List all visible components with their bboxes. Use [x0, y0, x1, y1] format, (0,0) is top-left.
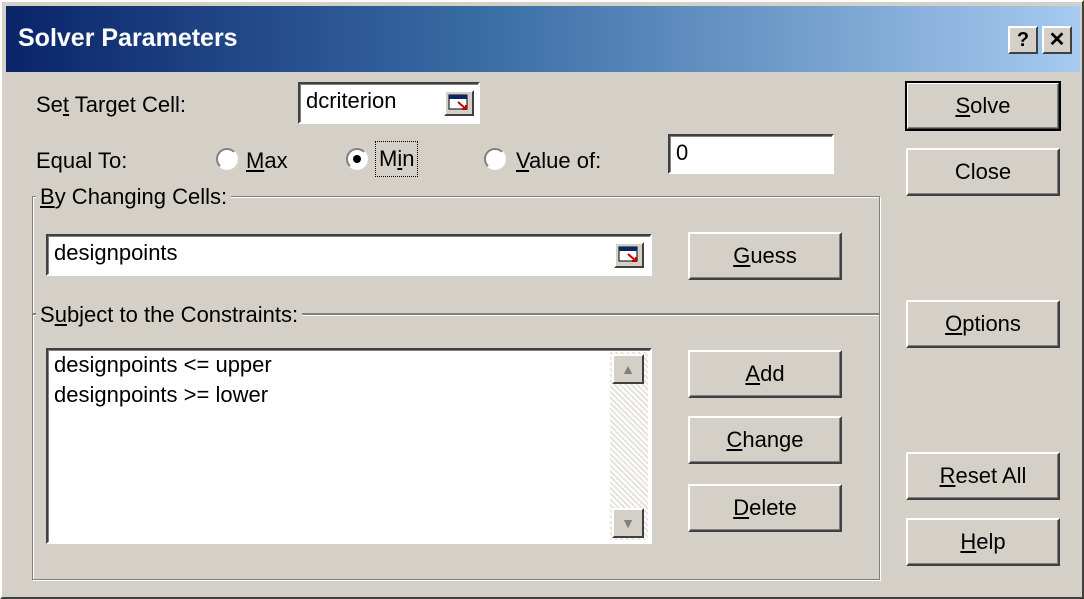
scroll-up-icon[interactable]: ▲: [612, 354, 644, 384]
list-item[interactable]: designpoints >= lower: [48, 380, 650, 410]
options-button[interactable]: Options: [906, 300, 1060, 348]
radio-min-label[interactable]: Min: [374, 141, 419, 177]
reset-all-button[interactable]: Reset All: [906, 452, 1060, 500]
radio-value-of-label[interactable]: Value of:: [516, 148, 601, 174]
title-bar[interactable]: Solver Parameters ? ✕: [6, 6, 1080, 72]
guess-button[interactable]: Guess: [688, 232, 842, 280]
target-cell-label: Set Target Cell:: [36, 92, 187, 117]
delete-button[interactable]: Delete: [688, 484, 842, 532]
changing-cells-label: By Changing Cells:: [36, 184, 232, 210]
solver-dialog: Solver Parameters ? ✕ Set Target Cell: d…: [0, 0, 1084, 599]
radio-max-label[interactable]: Max: [246, 148, 288, 174]
radio-max[interactable]: [216, 148, 238, 170]
constraints-label: Subject to the Constraints:: [36, 302, 303, 328]
value-of-input[interactable]: 0: [668, 134, 834, 174]
collapse-ref-icon-2[interactable]: [614, 242, 644, 268]
scroll-down-icon[interactable]: ▼: [612, 508, 644, 538]
add-button[interactable]: Add: [688, 350, 842, 398]
dialog-title: Solver Parameters: [18, 24, 238, 52]
change-button[interactable]: Change: [688, 416, 842, 464]
list-item[interactable]: designpoints <= upper: [48, 350, 650, 380]
help-button[interactable]: Help: [906, 518, 1060, 566]
close-icon-button[interactable]: ✕: [1042, 26, 1072, 54]
equal-to-label: Equal To:: [36, 148, 128, 173]
help-icon-button[interactable]: ?: [1008, 26, 1038, 54]
radio-selected-dot: [353, 155, 361, 163]
constraints-list[interactable]: designpoints <= upper designpoints >= lo…: [46, 348, 652, 544]
constraints-scrollbar[interactable]: ▲ ▼: [610, 352, 648, 540]
collapse-ref-icon[interactable]: [444, 90, 474, 116]
radio-min[interactable]: [346, 148, 368, 170]
changing-cells-input[interactable]: designpoints: [46, 234, 652, 276]
close-button[interactable]: Close: [906, 148, 1060, 196]
solve-button[interactable]: Solve: [905, 81, 1061, 131]
radio-value-of[interactable]: [484, 148, 506, 170]
